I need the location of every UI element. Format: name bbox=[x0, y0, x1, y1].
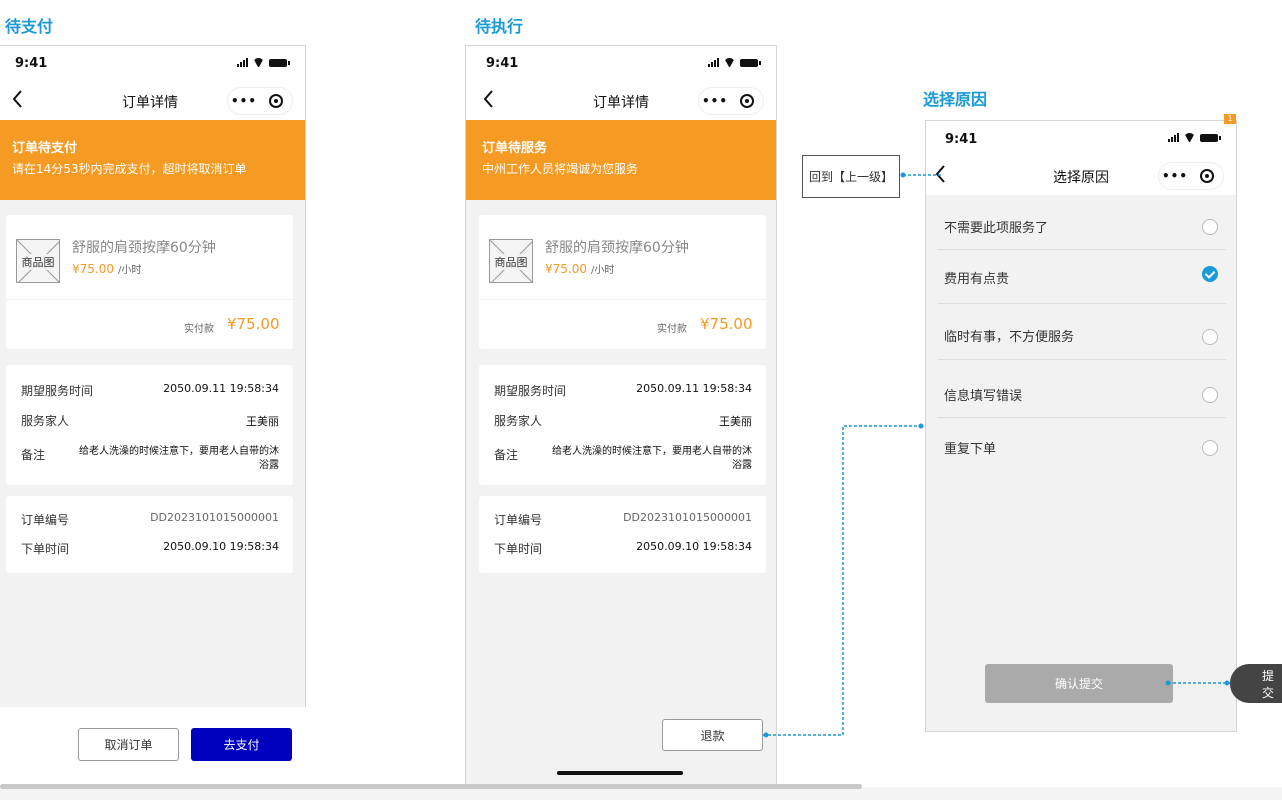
connector-lines bbox=[763, 172, 1230, 738]
submit-annotation-pill: 提交 bbox=[1230, 664, 1282, 703]
scrollbar-thumb[interactable] bbox=[0, 784, 862, 789]
